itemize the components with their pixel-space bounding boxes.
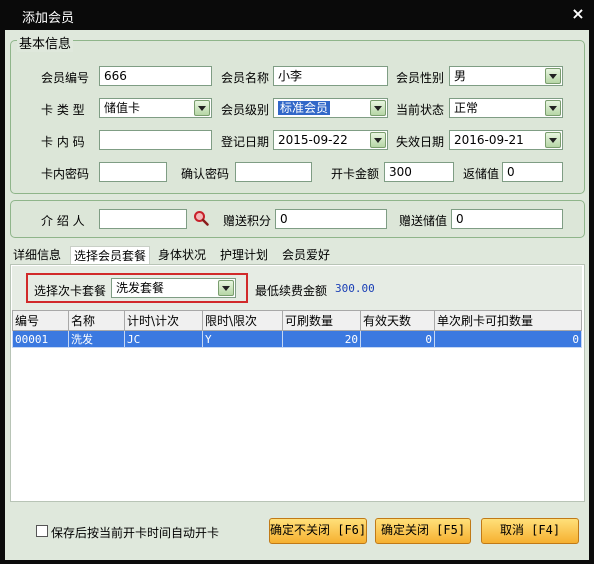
dialog-footer: 保存后按当前开卡时间自动开卡 确定不关闭 [F6] 确定关闭 [F5] 取消 [… xyxy=(5,514,589,556)
reg-date-label: 登记日期 xyxy=(221,135,270,149)
tab-body-condition[interactable]: 身体状况 xyxy=(158,246,206,264)
cell-swipe-qty: 20 xyxy=(282,330,361,348)
chevron-down-icon[interactable] xyxy=(194,100,210,116)
confirm-keep-open-button[interactable]: 确定不关闭 [F6] xyxy=(269,518,367,544)
open-amount-input[interactable]: 300 xyxy=(384,162,454,182)
cancel-button[interactable]: 取消 [F4] xyxy=(481,518,579,544)
add-member-dialog: 添加会员 × 基本信息 会员编号 666 会员名称 小李 会员性别 男 卡 类 … xyxy=(0,0,594,564)
gender-select[interactable]: 男 xyxy=(449,66,563,86)
referral-group: 介 绍 人 赠送积分 0 赠送储值 0 xyxy=(10,200,585,238)
card-pwd-input[interactable] xyxy=(99,162,167,182)
gender-value: 男 xyxy=(454,69,467,83)
chevron-down-icon[interactable] xyxy=(545,132,561,148)
card-code-label: 卡 内 码 xyxy=(41,135,85,149)
tab-package[interactable]: 选择会员套餐 xyxy=(70,246,151,264)
referrer-label: 介 绍 人 xyxy=(41,214,85,228)
tab-hobbies[interactable]: 会员爱好 xyxy=(282,246,330,264)
bonus-value-input[interactable]: 0 xyxy=(451,209,563,229)
close-icon[interactable]: × xyxy=(570,5,586,23)
card-type-select[interactable]: 储值卡 xyxy=(99,98,212,118)
basic-info-group: 基本信息 会员编号 666 会员名称 小李 会员性别 男 卡 类 型 储值卡 会… xyxy=(10,33,585,194)
col-valid-days[interactable]: 有效天数 xyxy=(360,310,435,331)
member-no-label: 会员编号 xyxy=(41,71,90,85)
reg-date-value: 2015-09-22 xyxy=(278,133,348,147)
chevron-down-icon[interactable] xyxy=(545,68,561,84)
chevron-down-icon[interactable] xyxy=(370,100,386,116)
level-label: 会员级别 xyxy=(221,103,270,117)
package-filter-bar: 选择次卡套餐 洗发套餐 最低续费金额 300.00 xyxy=(12,266,582,310)
referrer-input[interactable] xyxy=(99,209,187,229)
chevron-down-icon[interactable] xyxy=(218,280,234,296)
tab-details[interactable]: 详细信息 xyxy=(13,246,61,264)
cell-valid-days: 0 xyxy=(360,330,435,348)
cell-limit: Y xyxy=(202,330,283,348)
expire-date-picker[interactable]: 2016-09-21 xyxy=(449,130,563,150)
chevron-down-icon[interactable] xyxy=(545,100,561,116)
package-panel: 选择次卡套餐 洗发套餐 最低续费金额 300.00 编号 名称 计时\计次 限时… xyxy=(10,264,585,502)
cell-timed-count: JC xyxy=(124,330,203,348)
bonus-points-label: 赠送积分 xyxy=(223,214,272,228)
table-header-row: 编号 名称 计时\计次 限时\限次 可刷数量 有效天数 单次刷卡可扣数量 xyxy=(12,310,582,331)
min-spend-label: 最低续费金额 xyxy=(255,284,328,298)
table-row[interactable]: 00001 洗发 JC Y 20 0 0 xyxy=(12,330,582,348)
expire-date-label: 失效日期 xyxy=(396,135,445,149)
confirm-close-button[interactable]: 确定关闭 [F5] xyxy=(375,518,471,544)
window-title: 添加会员 xyxy=(22,11,75,26)
min-spend-value: 300.00 xyxy=(335,282,375,295)
open-amount-label: 开卡金额 xyxy=(331,167,380,181)
confirm-pwd-label: 确认密码 xyxy=(181,167,230,181)
package-select-value: 洗发套餐 xyxy=(116,281,165,295)
package-select-label: 选择次卡套餐 xyxy=(34,284,107,298)
expire-date-value: 2016-09-21 xyxy=(454,133,524,147)
gender-label: 会员性别 xyxy=(396,71,445,85)
status-select[interactable]: 正常 xyxy=(449,98,563,118)
card-type-value: 储值卡 xyxy=(104,101,141,115)
package-select[interactable]: 洗发套餐 xyxy=(111,278,236,298)
cell-no: 00001 xyxy=(12,330,69,348)
auto-open-label: 保存后按当前开卡时间自动开卡 xyxy=(51,526,220,540)
package-table: 编号 名称 计时\计次 限时\限次 可刷数量 有效天数 单次刷卡可扣数量 000… xyxy=(12,310,582,348)
search-icon[interactable] xyxy=(193,210,209,226)
card-type-label: 卡 类 型 xyxy=(41,103,85,117)
col-name[interactable]: 名称 xyxy=(68,310,125,331)
basic-info-title: 基本信息 xyxy=(17,33,74,52)
member-no-input[interactable]: 666 xyxy=(99,66,212,86)
cell-name: 洗发 xyxy=(68,330,125,348)
bonus-points-input[interactable]: 0 xyxy=(275,209,387,229)
col-timed-count[interactable]: 计时\计次 xyxy=(124,310,203,331)
bonus-value-label: 赠送储值 xyxy=(399,214,448,228)
chevron-down-icon[interactable] xyxy=(370,132,386,148)
col-limit[interactable]: 限时\限次 xyxy=(202,310,283,331)
member-name-input[interactable]: 小李 xyxy=(273,66,388,86)
reg-date-picker[interactable]: 2015-09-22 xyxy=(273,130,388,150)
cell-deduct-qty: 0 xyxy=(434,330,582,348)
confirm-pwd-input[interactable] xyxy=(235,162,312,182)
status-value: 正常 xyxy=(454,101,479,115)
col-swipe-qty[interactable]: 可刷数量 xyxy=(282,310,361,331)
rebate-label: 返储值 xyxy=(463,167,500,181)
col-no[interactable]: 编号 xyxy=(12,310,69,331)
card-pwd-label: 卡内密码 xyxy=(41,167,90,181)
status-label: 当前状态 xyxy=(396,103,445,117)
card-code-input[interactable] xyxy=(99,130,212,150)
level-value: 标准会员 xyxy=(278,101,331,115)
tab-care-plan[interactable]: 护理计划 xyxy=(220,246,268,264)
dialog-body: 基本信息 会员编号 666 会员名称 小李 会员性别 男 卡 类 型 储值卡 会… xyxy=(5,30,589,560)
level-select[interactable]: 标准会员 xyxy=(273,98,388,118)
member-name-label: 会员名称 xyxy=(221,71,270,85)
col-deduct-qty[interactable]: 单次刷卡可扣数量 xyxy=(434,310,582,331)
auto-open-checkbox[interactable] xyxy=(36,525,48,537)
rebate-input[interactable]: 0 xyxy=(502,162,563,182)
title-bar[interactable]: 添加会员 × xyxy=(0,0,594,30)
